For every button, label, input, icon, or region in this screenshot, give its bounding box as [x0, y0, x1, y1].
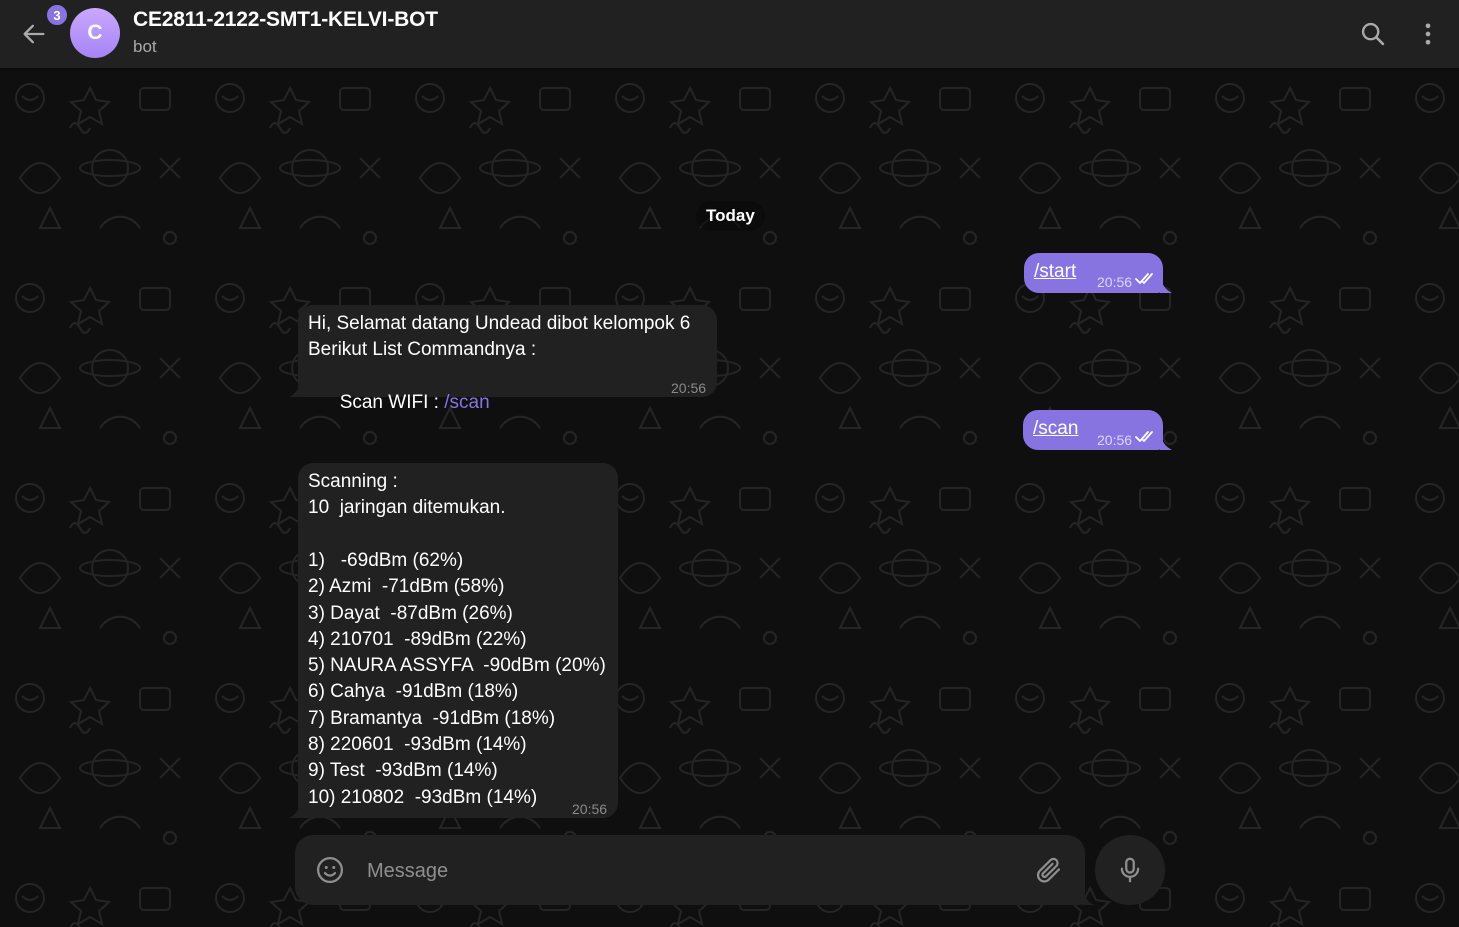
double-check-icon: [1135, 273, 1153, 284]
message-text: Scan WIFI :: [339, 392, 445, 414]
network-entry: 2) Azmi -71dBm (58%): [308, 576, 505, 598]
arrow-left-icon: [23, 24, 45, 44]
telegram-chat-window: 3 C CE2811-2122-SMT1-KELVI-BOT bot Today…: [0, 0, 1459, 927]
emoji-button[interactable]: [311, 851, 349, 889]
more-options-button[interactable]: [1408, 14, 1448, 54]
network-entry: 9) Test -93dBm (14%): [308, 760, 498, 782]
message-input[interactable]: [365, 850, 1019, 892]
message-time: 20:56: [671, 380, 707, 396]
message-time: 20:56: [1097, 432, 1133, 448]
message-line: Scan WIFI : /scan: [308, 364, 490, 443]
attach-button[interactable]: [1030, 851, 1068, 889]
scan-command-link[interactable]: /scan: [444, 392, 489, 413]
paperclip-icon: [1036, 857, 1061, 883]
outgoing-message[interactable]: /scan 20:56: [1023, 410, 1172, 450]
microphone-icon: [1120, 857, 1140, 883]
search-button[interactable]: [1353, 14, 1393, 54]
date-separator: Today: [696, 201, 765, 231]
network-entry: 1) -69dBm (62%): [308, 550, 464, 571]
incoming-message[interactable]: Scanning : 10 jaringan ditemukan. 1) -69…: [289, 463, 618, 818]
chat-background-pattern: [0, 68, 1459, 927]
chat-header: 3 C CE2811-2122-SMT1-KELVI-BOT bot: [0, 0, 1459, 68]
message-line: Hi, Selamat datang Undead dibot kelompok…: [308, 313, 691, 334]
bubble-tail: [289, 381, 301, 397]
command-link[interactable]: /start: [1034, 259, 1076, 285]
message-time: 20:56: [572, 801, 608, 817]
outgoing-message[interactable]: /start 20:56: [1024, 253, 1172, 293]
unread-count-badge: 3: [45, 3, 69, 27]
smile-icon: [317, 857, 343, 883]
more-vertical-icon: [1425, 23, 1431, 45]
avatar[interactable]: C: [70, 8, 120, 58]
network-entry: 10) 210802 -93dBm (14%): [308, 786, 538, 808]
chat-title[interactable]: CE2811-2122-SMT1-KELVI-BOT: [133, 8, 438, 32]
network-entry: 4) 210701 -89dBm (22%): [308, 628, 527, 650]
bubble-tail: [1160, 434, 1172, 450]
search-icon: [1361, 22, 1385, 46]
chat-subtitle: bot: [133, 37, 157, 56]
network-entry: 6) Cahya -91dBm (18%): [308, 681, 519, 703]
network-entry: 5) NAURA ASSYFA -90dBm (20%): [308, 655, 606, 677]
network-entry: 3) Dayat -87dBm (26%): [308, 602, 513, 624]
network-entry: 7) Bramantya -91dBm (18%): [308, 707, 556, 729]
bubble-tail: [1160, 277, 1172, 293]
double-check-icon: [1135, 431, 1153, 442]
voice-record-button[interactable]: [1095, 835, 1165, 905]
message-line: Scanning :: [308, 471, 398, 492]
message-composer: [295, 835, 1094, 905]
message-line: Berikut List Commandnya :: [308, 339, 537, 360]
composer-tail: [1082, 889, 1094, 905]
message-time: 20:56: [1097, 274, 1133, 290]
incoming-message[interactable]: Hi, Selamat datang Undead dibot kelompok…: [289, 305, 717, 413]
network-list: 1) -69dBm (62%) 2) Azmi -71dBm (58%) 3) Da…: [308, 548, 606, 811]
command-link[interactable]: /scan: [1033, 416, 1078, 442]
message-line: 10 jaringan ditemukan.: [308, 497, 506, 518]
network-entry: 8) 220601 -93dBm (14%): [308, 734, 527, 756]
bubble-tail: [289, 802, 301, 818]
